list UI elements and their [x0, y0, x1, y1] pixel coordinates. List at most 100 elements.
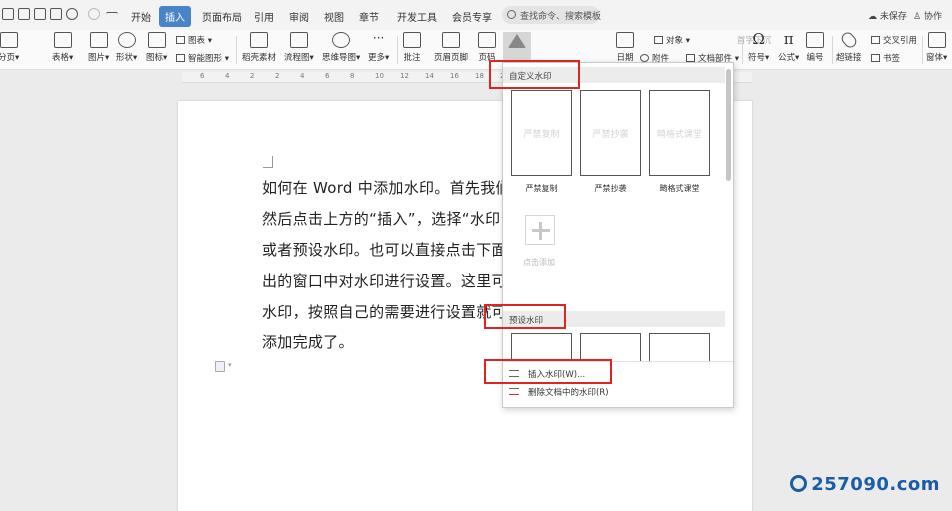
header-footer-icon — [442, 32, 460, 48]
unsaved-status[interactable]: ☁ 未保存 — [868, 9, 907, 22]
comment-icon — [403, 32, 421, 48]
more-quick-access-icon[interactable] — [106, 12, 118, 16]
margin-corner-mark — [263, 156, 273, 168]
picture-button[interactable]: 图片▾ — [88, 32, 109, 63]
collab-button[interactable]: ♙ 协作 — [913, 9, 942, 22]
symbol-button[interactable]: Ω 符号▾ — [748, 32, 769, 64]
doc-paragraph-line[interactable]: 水印，按照自己的需要进行设置就可 — [262, 301, 507, 322]
site-logo-icon — [790, 475, 808, 492]
redo-icon[interactable] — [88, 8, 100, 20]
add-watermark-label: 点击添加 — [523, 258, 555, 267]
custom-watermark-label: 严禁复制 — [525, 184, 558, 193]
remove-watermark-icon — [509, 388, 519, 395]
save-icon[interactable] — [2, 8, 14, 20]
panel-scrollbar[interactable] — [726, 69, 731, 181]
command-search-box[interactable]: 查找命令、搜索模板 — [502, 6, 601, 24]
shape-button[interactable]: 形状▾ — [116, 32, 137, 63]
form-icon — [927, 32, 946, 48]
page-number-button[interactable]: 页码 — [474, 32, 500, 63]
bookmark-icon — [871, 54, 880, 62]
ruler-tick-label: 10 — [375, 72, 384, 80]
object-button[interactable]: 对象 ▾ — [654, 34, 690, 46]
custom-watermark-label: 严禁抄袭 — [594, 184, 627, 193]
table-button[interactable]: 表格▾ — [52, 32, 73, 63]
smart-shape-button[interactable]: 智能图形 ▾ — [176, 52, 229, 64]
icon-library-button[interactable]: 图标▾ — [146, 32, 167, 63]
material-button[interactable]: 稻壳素材 — [242, 32, 276, 63]
bookmark-button[interactable]: 书签 — [871, 52, 900, 64]
smart-shape-icon — [176, 54, 185, 62]
object-icon — [654, 36, 663, 44]
site-watermark-logo: 257090.com — [790, 474, 940, 495]
tab-references[interactable]: 引用 — [254, 9, 274, 24]
tab-insert[interactable]: 插入 — [159, 6, 191, 27]
remove-watermark-item[interactable]: 删除文档中的水印(R) — [509, 386, 609, 398]
search-icon — [507, 10, 516, 19]
tab-home[interactable]: 开始 — [131, 9, 151, 24]
paragraph-options-caret[interactable]: ▾ — [228, 361, 232, 369]
more-button[interactable]: ··· 更多▾ — [368, 32, 389, 63]
formula-button[interactable]: π 公式▾ — [778, 30, 799, 64]
watermark-button[interactable] — [503, 32, 531, 62]
undo-icon[interactable] — [66, 8, 78, 20]
paragraph-options-icon[interactable] — [215, 361, 225, 372]
ruler-tick-label: 6 — [200, 72, 205, 80]
tab-page-layout[interactable]: 页面布局 — [202, 9, 242, 24]
custom-watermark-thumb[interactable]: 严禁抄袭 — [580, 90, 641, 176]
tab-developer[interactable]: 开发工具 — [397, 9, 437, 24]
paperclip-icon — [640, 54, 649, 62]
date-button[interactable]: 日期 — [616, 32, 634, 63]
mindmap-icon — [332, 32, 351, 48]
watermark-preview-text: 畸格式课堂 — [656, 130, 702, 140]
custom-watermark-thumb[interactable]: 严禁复制 — [511, 90, 572, 176]
chart-button[interactable]: 图表 ▾ — [176, 34, 212, 46]
add-watermark-button[interactable] — [525, 215, 555, 245]
highlight-preset-watermark — [484, 304, 566, 329]
ruler-tick-label: 18 — [475, 72, 484, 80]
hyperlink-button[interactable]: 超链接 — [836, 30, 862, 63]
print-icon[interactable] — [34, 8, 46, 20]
chart-icon — [176, 36, 185, 44]
ruler-tick-label: 4 — [300, 72, 305, 80]
flowchart-button[interactable]: 流程图▾ — [284, 32, 314, 63]
user-icon: ♙ — [913, 12, 922, 22]
tab-chapter[interactable]: 章节 — [359, 9, 379, 24]
ruler-tick-label: 16 — [450, 72, 459, 80]
comment-button[interactable]: 批注 — [403, 32, 421, 63]
watermark-icon — [508, 34, 526, 48]
pi-icon: π — [783, 30, 794, 48]
tab-member[interactable]: 会员专享 — [452, 9, 492, 24]
ribbon-toolbar: 分页▾ 表格▾ 图片▾ 形状▾ 图标▾ 图表 ▾ 智能图形 ▾ 稻壳素材 流程图… — [0, 30, 952, 70]
header-footer-button[interactable]: 页眉页脚 — [434, 32, 468, 63]
doc-paragraph-line[interactable]: 出的窗口中对水印进行设置。这里可 — [262, 270, 507, 291]
ruler-tick-label: 2 — [275, 72, 280, 80]
highlight-custom-watermark — [489, 60, 580, 89]
shape-icon — [117, 32, 136, 48]
page-break-button[interactable]: 分页▾ — [0, 32, 19, 63]
table-icon — [53, 32, 72, 48]
print-preview-icon[interactable] — [50, 8, 62, 20]
numbering-button[interactable]: 编号 — [806, 32, 824, 63]
tab-review[interactable]: 审阅 — [289, 9, 309, 24]
doc-paragraph-line[interactable]: 然后点击上方的“插入”，选择“水印 — [262, 208, 500, 229]
menu-bar: 开始 插入 页面布局 引用 审阅 视图 章节 开发工具 会员专享 查找命令、搜索… — [0, 0, 952, 30]
ruler-tick-label: 4 — [225, 72, 230, 80]
watermark-preview-text: 严禁复制 — [523, 130, 560, 140]
tab-view[interactable]: 视图 — [324, 9, 344, 24]
more-icon: ··· — [372, 31, 385, 45]
cross-ref-button[interactable]: 交叉引用 — [871, 34, 917, 46]
doc-paragraph-line[interactable]: 如何在 Word 中添加水印。首先我们 — [262, 177, 511, 198]
custom-watermark-thumb[interactable]: 畸格式课堂 — [649, 90, 710, 176]
doc-paragraph-line[interactable]: 或者预设水印。也可以直接点击下面 — [262, 239, 507, 260]
ruler-tick-label: 6 — [325, 72, 330, 80]
mindmap-button[interactable]: 思维导图▾ — [322, 32, 360, 63]
watermark-preview-text: 严禁抄袭 — [592, 130, 629, 140]
link-icon — [839, 30, 859, 50]
cross-ref-icon — [871, 36, 880, 44]
form-button[interactable]: 窗体▾ — [926, 32, 947, 63]
material-icon — [250, 32, 268, 48]
template-icon[interactable] — [18, 8, 30, 20]
doc-paragraph-line[interactable]: 添加完成了。 — [262, 331, 354, 352]
page-number-icon — [478, 32, 496, 48]
calendar-icon — [616, 32, 634, 48]
